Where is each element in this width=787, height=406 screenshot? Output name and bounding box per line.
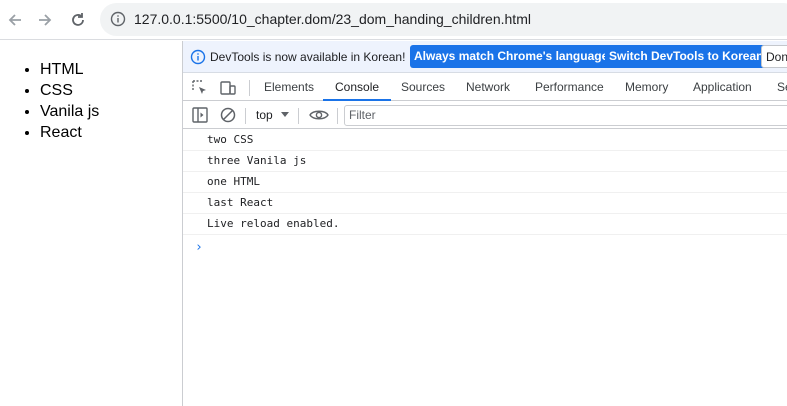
- console-message: last React: [183, 193, 787, 214]
- arrow-left-icon: [8, 14, 21, 26]
- url-text: 127.0.0.1:5500/10_chapter.dom/23_dom_han…: [134, 11, 531, 27]
- list-item: React: [40, 122, 182, 143]
- match-language-button[interactable]: Always match Chrome's language: [410, 45, 613, 68]
- toolbar-separator: [298, 108, 299, 124]
- address-bar[interactable]: 127.0.0.1:5500/10_chapter.dom/23_dom_han…: [100, 3, 787, 36]
- list-item: CSS: [40, 80, 182, 101]
- infobar-message: DevTools is now available in Korean!: [210, 50, 406, 64]
- list-item: HTML: [40, 59, 182, 80]
- tab-security[interactable]: Se: [777, 74, 787, 101]
- tab-application[interactable]: Application: [693, 74, 752, 101]
- console-prompt[interactable]: ›: [195, 240, 203, 255]
- tab-sources[interactable]: Sources: [401, 74, 445, 101]
- switch-korean-button[interactable]: Switch DevTools to Korean: [605, 45, 768, 68]
- page-content: HTML CSS Vanila js React: [0, 41, 182, 406]
- tech-list: HTML CSS Vanila js React: [40, 59, 182, 143]
- context-selector[interactable]: top: [256, 108, 273, 122]
- forward-button[interactable]: [33, 8, 57, 32]
- filter-placeholder: Filter: [349, 108, 376, 122]
- console-message: one HTML: [183, 172, 787, 193]
- console-output: two CSS three Vanila js one HTML last Re…: [183, 130, 787, 255]
- language-infobar: DevTools is now available in Korean! Alw…: [183, 41, 787, 73]
- arrow-right-icon: [39, 14, 52, 26]
- toolbar-separator: [245, 108, 246, 124]
- info-icon: [190, 49, 206, 65]
- reload-icon: [72, 13, 84, 26]
- eye-icon[interactable]: [309, 106, 329, 124]
- list-item: Vanila js: [40, 101, 182, 122]
- reload-button[interactable]: [66, 8, 90, 32]
- tab-console[interactable]: Console: [323, 74, 392, 101]
- sidebar-toggle-icon[interactable]: [191, 106, 209, 124]
- tab-elements[interactable]: Elements: [264, 74, 314, 101]
- devtools-tabbar: Elements Console Sources Network Perform…: [183, 74, 787, 101]
- clear-console-icon[interactable]: [219, 106, 237, 124]
- tab-network[interactable]: Network: [466, 74, 510, 101]
- site-info-icon[interactable]: [110, 11, 126, 27]
- toolbar-separator: [337, 108, 338, 124]
- chevron-down-icon[interactable]: [281, 112, 289, 117]
- inspect-element-icon[interactable]: [191, 79, 209, 97]
- back-button[interactable]: [3, 8, 27, 32]
- console-message: Live reload enabled.: [183, 214, 787, 235]
- toolbar-separator: [249, 80, 250, 96]
- device-toolbar-icon[interactable]: [219, 79, 237, 97]
- console-message: two CSS: [183, 130, 787, 151]
- browser-toolbar: 127.0.0.1:5500/10_chapter.dom/23_dom_han…: [0, 0, 787, 40]
- filter-input[interactable]: Filter: [344, 105, 787, 126]
- console-toolbar: top Filter: [183, 102, 787, 129]
- devtools-panel: DevTools is now available in Korean! Alw…: [182, 41, 787, 406]
- dont-show-button[interactable]: Don't: [761, 45, 787, 68]
- tab-performance[interactable]: Performance: [535, 74, 604, 101]
- tab-memory[interactable]: Memory: [625, 74, 668, 101]
- console-message: three Vanila js: [183, 151, 787, 172]
